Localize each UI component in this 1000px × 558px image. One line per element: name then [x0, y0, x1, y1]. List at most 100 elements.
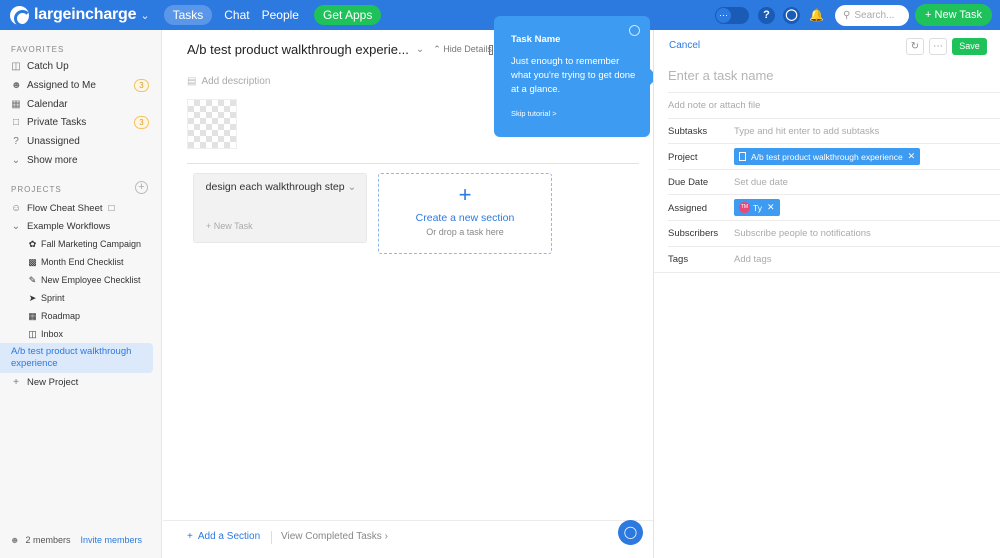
repeat-icon[interactable]: ↻ — [906, 38, 924, 55]
sidebar-item-assigned-to-me[interactable]: ☻ Assigned to Me — [11, 77, 96, 93]
sidebar-item-unassigned[interactable]: ? Unassigned — [11, 133, 80, 149]
tooltip-close-icon[interactable] — [629, 25, 640, 36]
tab-tasks[interactable]: Tasks — [163, 5, 213, 25]
sidebar-item-label: Assigned to Me — [27, 79, 96, 91]
lock-icon: □ — [108, 202, 115, 214]
assignee-name: Ty — [753, 202, 762, 213]
project-image-placeholder[interactable] — [187, 99, 237, 149]
invite-members-link[interactable]: Invite members — [81, 535, 143, 545]
mode-toggle[interactable]: ⋯ — [715, 6, 750, 24]
runner-icon: ➤ — [28, 292, 37, 303]
sidebar-item-label: Example Workflows — [27, 220, 111, 232]
memo-icon: ✎ — [28, 274, 37, 285]
help-icon[interactable]: ? — [758, 6, 776, 24]
subtasks-input[interactable]: Type and hit enter to add subtasks — [734, 126, 879, 137]
more-options-icon[interactable]: ⋯ — [929, 38, 947, 55]
sidebar-item-calendar[interactable]: ▦ Calendar — [11, 96, 68, 112]
sidebar-subitem-sprint[interactable]: ➤ Sprint — [28, 291, 65, 305]
search-icon: ⚲ — [843, 9, 851, 21]
create-section-label: Create a new section — [415, 212, 515, 224]
sidebar-item-label: Calendar — [27, 98, 68, 110]
skip-tutorial-link[interactable]: Skip tutorial > — [511, 109, 557, 118]
inbox-icon: ◫ — [28, 328, 37, 339]
sidebar-item-label: Roadmap — [41, 311, 81, 321]
chat-bubble-icon[interactable]: ◯ — [618, 520, 643, 545]
sidebar-subitem-new-employee[interactable]: ✎ New Employee Checklist — [28, 273, 141, 287]
sidebar-item-label: Flow Cheat Sheet — [27, 202, 103, 214]
chart-icon: ▩ — [28, 256, 37, 267]
get-apps-button[interactable]: Get Apps — [313, 5, 382, 25]
divider — [668, 246, 1000, 247]
create-section-dropzone[interactable]: + Create a new section Or drop a task he… — [378, 173, 552, 254]
new-task-label: New Task — [934, 9, 982, 21]
avatar: TM — [739, 202, 750, 213]
divider — [668, 169, 1000, 170]
sidebar-item-private-tasks[interactable]: □ Private Tasks — [11, 114, 86, 130]
hide-details-button[interactable]: ⌃ Hide Details — [433, 44, 492, 55]
task-name-input[interactable]: Enter a task name — [668, 68, 774, 83]
private-count-badge: 3 — [134, 116, 149, 129]
divider — [668, 118, 1000, 119]
plus-icon: + — [458, 182, 472, 207]
chevron-down-icon: ⌄ — [140, 9, 150, 22]
workspace-switcher[interactable]: largeincharge ⌄ — [10, 5, 150, 27]
sidebar-subitem-inbox[interactable]: ◫ Inbox — [28, 327, 63, 341]
project-title[interactable]: A/b test product walkthrough experie... — [187, 42, 409, 57]
chat-bubble-icon[interactable]: ◯ — [783, 6, 801, 24]
sidebar-subitem-month-end[interactable]: ▩ Month End Checklist — [28, 255, 123, 269]
sidebar-item-label: Show more — [27, 154, 78, 166]
add-section-button[interactable]: + Add a Section — [187, 531, 260, 542]
sidebar-subitem-fall-marketing[interactable]: ✿ Fall Marketing Campaign — [28, 237, 141, 251]
chevron-down-icon[interactable]: ⌄ — [348, 181, 357, 193]
divider — [654, 272, 1000, 273]
tags-label: Tags — [668, 254, 689, 265]
drop-task-hint: Or drop a task here — [426, 227, 504, 237]
new-project-button[interactable]: + New Project — [11, 374, 78, 390]
tab-people[interactable]: People — [262, 5, 299, 25]
cancel-button[interactable]: Cancel — [669, 40, 700, 51]
hide-details-label: Hide Details — [443, 44, 492, 54]
due-date-input[interactable]: Set due date — [734, 177, 788, 188]
view-completed-button[interactable]: View Completed Tasks › — [281, 531, 388, 542]
bell-icon[interactable]: 🔔 — [808, 7, 825, 24]
sidebar-item-catch-up[interactable]: ◫ Catch Up — [11, 58, 68, 74]
lock-icon: □ — [12, 116, 20, 128]
sidebar-item-active-project[interactable]: A/b test product walkthrough experience — [0, 343, 153, 373]
new-task-button[interactable]: + New Task — [915, 4, 992, 26]
project-label: Project — [668, 152, 698, 163]
view-toggle-icon[interactable] — [489, 45, 493, 55]
assignee-chip[interactable]: TM Ty ✕ — [734, 199, 780, 216]
tags-input[interactable]: Add tags — [734, 254, 772, 265]
add-description[interactable]: ▤ Add description — [187, 76, 270, 87]
chevron-down-icon: ⌄ — [11, 154, 21, 166]
sidebar-item-flow-cheat-sheet[interactable]: ☺ Flow Cheat Sheet □ — [11, 200, 117, 216]
sidebar-item-show-more[interactable]: ⌄ Show more — [11, 152, 78, 168]
divider — [668, 220, 1000, 221]
chevron-down-icon[interactable]: ⌄ — [416, 44, 424, 55]
remove-icon[interactable]: ✕ — [767, 202, 775, 213]
view-completed-label: View Completed Tasks — [281, 531, 382, 542]
add-task-in-section[interactable]: + New Task — [206, 221, 253, 231]
question-icon: ? — [13, 135, 19, 147]
tab-chat[interactable]: Chat — [224, 5, 249, 25]
leaf-icon: ✿ — [28, 238, 37, 249]
inbox-icon: ◫ — [11, 60, 21, 72]
section-title[interactable]: design each walkthrough step ⌄ — [194, 181, 368, 194]
project-chip[interactable]: A/b test product walkthrough experience … — [734, 148, 921, 165]
add-description-label: Add description — [201, 76, 271, 87]
add-project-icon[interactable]: + — [135, 181, 148, 194]
sidebar-item-example-workflows[interactable]: ⌄ Example Workflows — [11, 218, 110, 234]
assigned-count-badge: 3 — [134, 79, 149, 92]
sidebar-subitem-roadmap[interactable]: ▦ Roadmap — [28, 309, 80, 323]
search-input[interactable]: ⚲ Search... — [835, 4, 910, 26]
sidebar-item-label: Inbox — [41, 329, 64, 339]
smiley-icon: ☺ — [11, 202, 22, 214]
tooltip-title: Task Name — [511, 34, 561, 45]
sidebar-item-label: Unassigned — [27, 135, 80, 147]
save-button[interactable]: Save — [952, 38, 987, 55]
sidebar-item-label: New Employee Checklist — [41, 275, 141, 285]
remove-icon[interactable]: ✕ — [908, 151, 916, 162]
subscribers-input[interactable]: Subscribe people to notifications — [734, 228, 871, 239]
calendar-icon: ▦ — [11, 98, 21, 110]
note-input[interactable]: Add note or attach file — [668, 100, 760, 111]
